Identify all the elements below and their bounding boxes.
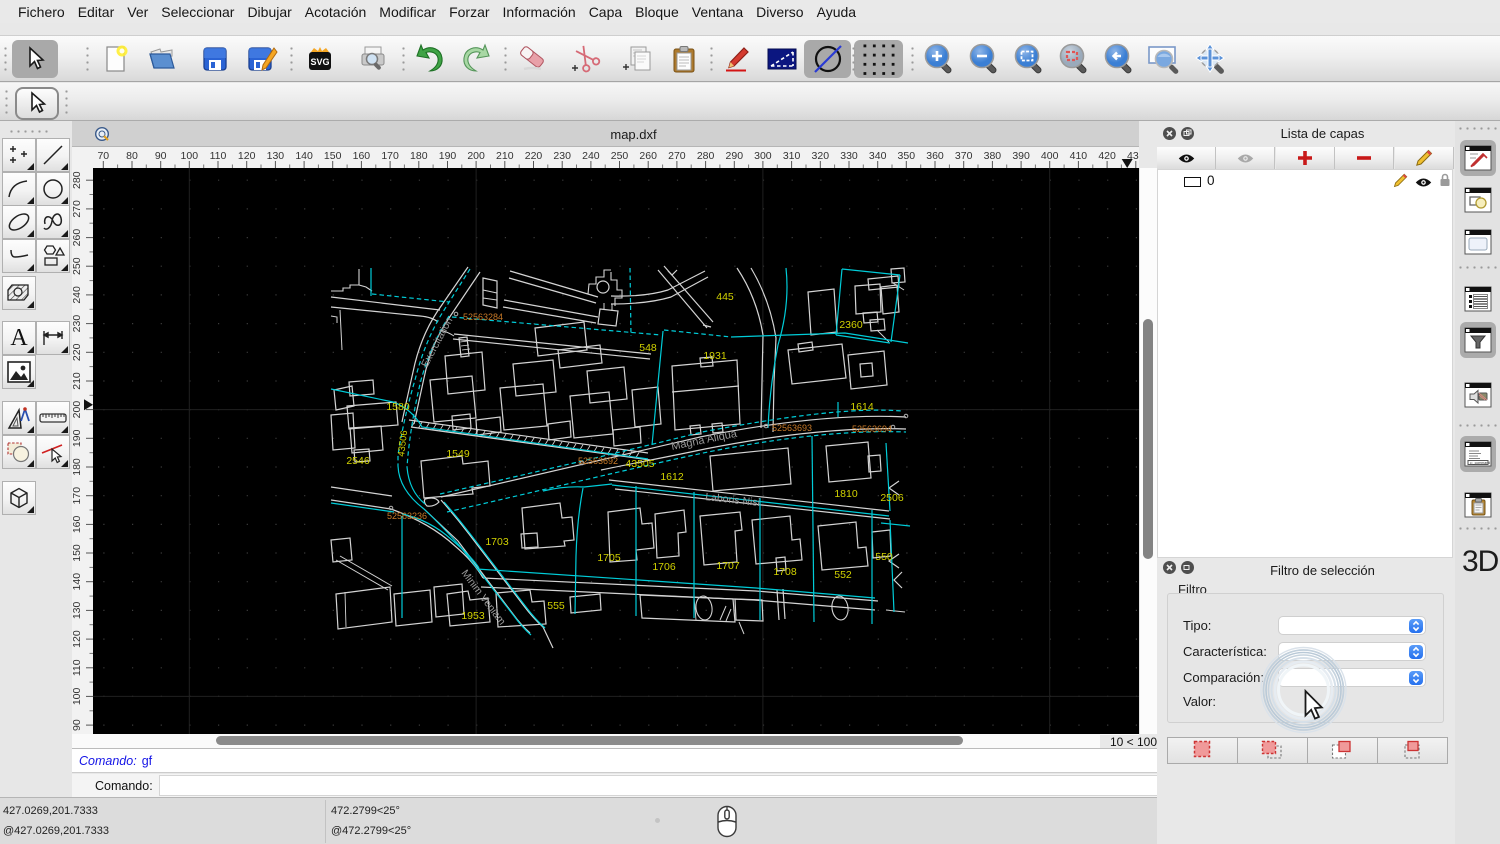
svg-text:420: 420 bbox=[1098, 150, 1116, 162]
svg-text:360: 360 bbox=[926, 150, 944, 162]
svg-text:SVG: SVG bbox=[310, 57, 329, 67]
svg-text:130: 130 bbox=[267, 150, 285, 162]
svg-text:1706: 1706 bbox=[652, 561, 676, 573]
svg-text:350: 350 bbox=[898, 150, 916, 162]
svg-text:250: 250 bbox=[611, 150, 629, 162]
svg-text:180: 180 bbox=[72, 458, 83, 476]
svg-text:1549: 1549 bbox=[446, 448, 470, 460]
svg-text:120: 120 bbox=[72, 630, 83, 648]
svg-text:52563693: 52563693 bbox=[772, 423, 812, 433]
svg-text:548: 548 bbox=[639, 342, 657, 354]
svg-text:170: 170 bbox=[381, 150, 399, 162]
svg-text:120: 120 bbox=[238, 150, 256, 162]
svg-text:2360: 2360 bbox=[839, 319, 863, 331]
svg-text:52563692: 52563692 bbox=[578, 456, 618, 466]
svg-text:52563694: 52563694 bbox=[852, 424, 892, 434]
svg-text:290: 290 bbox=[726, 150, 744, 162]
svg-text:100: 100 bbox=[72, 687, 83, 705]
svg-text:52563284: 52563284 bbox=[463, 312, 503, 322]
svg-text:1705: 1705 bbox=[597, 552, 621, 564]
svg-text:240: 240 bbox=[582, 150, 600, 162]
svg-text:552: 552 bbox=[834, 569, 852, 581]
svg-text:1953: 1953 bbox=[461, 610, 485, 622]
svg-text:52563236: 52563236 bbox=[387, 511, 427, 521]
svg-text:340: 340 bbox=[869, 150, 887, 162]
svg-text:1931: 1931 bbox=[703, 350, 727, 362]
svg-text:1707: 1707 bbox=[716, 560, 740, 572]
svg-text:150: 150 bbox=[324, 150, 342, 162]
svg-text:210: 210 bbox=[496, 150, 514, 162]
svg-text:130: 130 bbox=[72, 601, 83, 619]
svg-text:1580: 1580 bbox=[386, 401, 410, 413]
svg-text:1614: 1614 bbox=[850, 401, 874, 413]
svg-text:Laboris Nisi: Laboris Nisi bbox=[705, 491, 761, 509]
svg-text:70: 70 bbox=[97, 150, 109, 162]
svg-text:240: 240 bbox=[72, 286, 83, 304]
svg-text:230: 230 bbox=[72, 315, 83, 333]
svg-text:2506: 2506 bbox=[880, 492, 904, 504]
svg-text:400: 400 bbox=[1041, 150, 1059, 162]
svg-text:390: 390 bbox=[1012, 150, 1030, 162]
svg-text:260: 260 bbox=[72, 229, 83, 247]
svg-text:2546: 2546 bbox=[346, 455, 370, 467]
svg-text:270: 270 bbox=[668, 150, 686, 162]
svg-text:220: 220 bbox=[525, 150, 543, 162]
svg-text:380: 380 bbox=[984, 150, 1002, 162]
svg-text:320: 320 bbox=[812, 150, 830, 162]
svg-text:230: 230 bbox=[553, 150, 571, 162]
svg-text:180: 180 bbox=[410, 150, 428, 162]
svg-text:190: 190 bbox=[439, 150, 457, 162]
svg-text:270: 270 bbox=[72, 200, 83, 218]
svg-text:300: 300 bbox=[754, 150, 772, 162]
svg-text:100: 100 bbox=[181, 150, 199, 162]
svg-text:1708: 1708 bbox=[773, 566, 797, 578]
svg-text:140: 140 bbox=[72, 573, 83, 591]
svg-text:250: 250 bbox=[72, 257, 83, 275]
svg-text:200: 200 bbox=[72, 401, 83, 419]
svg-text:90: 90 bbox=[155, 150, 167, 162]
svg-text:150: 150 bbox=[72, 544, 83, 562]
svg-text:160: 160 bbox=[72, 515, 83, 533]
svg-text:110: 110 bbox=[72, 659, 83, 676]
svg-text:160: 160 bbox=[353, 150, 371, 162]
svg-text:Exercitation: Exercitation bbox=[419, 315, 455, 369]
svg-text:280: 280 bbox=[697, 150, 715, 162]
svg-text:80: 80 bbox=[126, 150, 138, 162]
svg-text:200: 200 bbox=[467, 150, 485, 162]
svg-text:280: 280 bbox=[72, 171, 83, 189]
svg-text:170: 170 bbox=[72, 487, 83, 505]
svg-text:140: 140 bbox=[295, 150, 313, 162]
svg-text:410: 410 bbox=[1070, 150, 1088, 162]
svg-text:445: 445 bbox=[716, 291, 734, 303]
svg-text:1612: 1612 bbox=[660, 471, 684, 483]
svg-text:210: 210 bbox=[72, 372, 83, 390]
svg-text:110: 110 bbox=[210, 150, 227, 162]
svg-text:260: 260 bbox=[639, 150, 657, 162]
svg-text:550: 550 bbox=[875, 551, 893, 563]
svg-text:370: 370 bbox=[955, 150, 973, 162]
svg-text:43505: 43505 bbox=[625, 458, 654, 470]
svg-text:555: 555 bbox=[547, 600, 565, 612]
svg-text:1703: 1703 bbox=[485, 536, 509, 548]
svg-text:90: 90 bbox=[72, 719, 83, 731]
svg-text:c:_command: c:_command bbox=[1470, 461, 1490, 465]
svg-text:330: 330 bbox=[840, 150, 858, 162]
svg-text:310: 310 bbox=[783, 150, 801, 162]
svg-text:220: 220 bbox=[72, 343, 83, 361]
svg-text:1810: 1810 bbox=[834, 488, 858, 500]
svg-text:190: 190 bbox=[72, 429, 83, 447]
